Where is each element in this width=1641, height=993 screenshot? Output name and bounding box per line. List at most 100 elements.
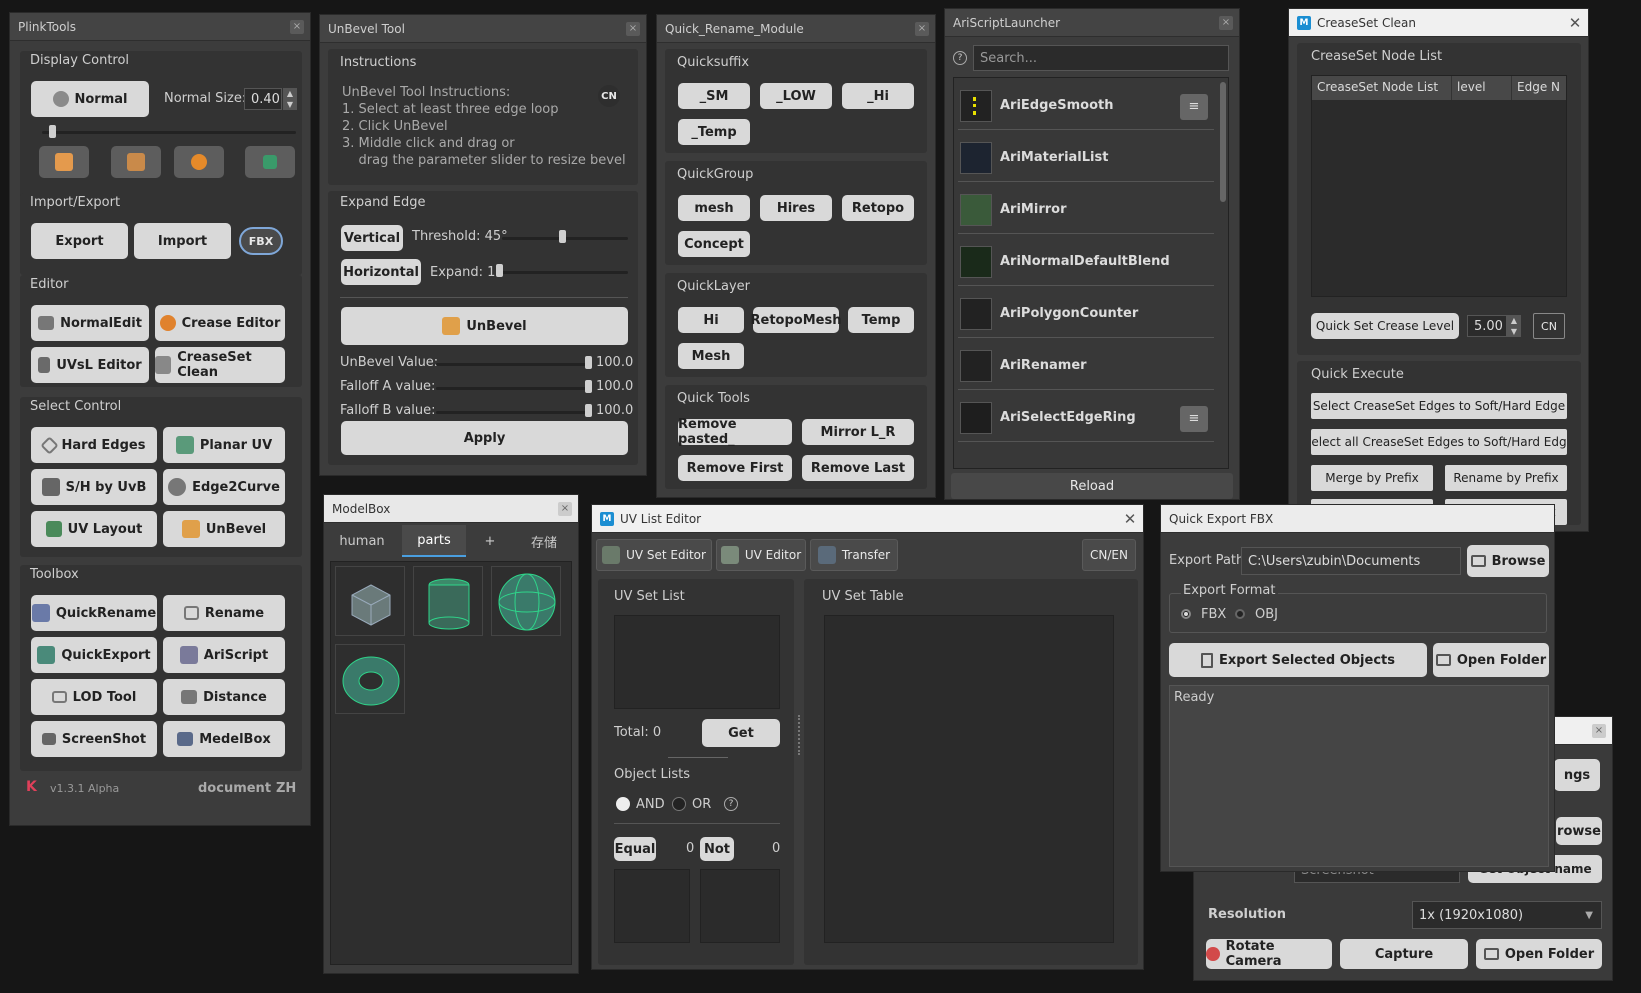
- cnen-toggle[interactable]: CN/EN: [1082, 539, 1136, 571]
- help-icon[interactable]: ?: [724, 797, 738, 811]
- tab-add[interactable]: +: [470, 525, 510, 557]
- lod-tool-button[interactable]: LOD Tool: [31, 679, 157, 715]
- resolution-select[interactable]: 1x (1920x1080) ▼: [1412, 901, 1602, 929]
- not-list[interactable]: [700, 869, 780, 943]
- group-concept-button[interactable]: Concept: [678, 231, 750, 257]
- close-icon[interactable]: ×: [915, 22, 929, 36]
- splitter-handle[interactable]: [798, 715, 800, 755]
- remove-first-button[interactable]: Remove First: [678, 455, 792, 481]
- normal-edit-button[interactable]: NormalEdit: [31, 305, 149, 341]
- list-item[interactable]: AriPolygonCounter: [958, 290, 1214, 338]
- normal-button[interactable]: Normal: [31, 81, 149, 117]
- vertical-button[interactable]: Vertical: [341, 225, 403, 251]
- normal-size-slider[interactable]: [42, 131, 296, 134]
- node-table[interactable]: CreaseSet Node List level Edge N: [1311, 75, 1567, 297]
- or-radio[interactable]: [672, 797, 686, 811]
- column-header[interactable]: level: [1452, 76, 1512, 100]
- lang-zh-link[interactable]: ZH: [276, 781, 296, 796]
- uv-set-table[interactable]: [824, 615, 1114, 943]
- falloff-a-slider[interactable]: [436, 387, 592, 390]
- unbevel-button[interactable]: UnBevel: [163, 511, 285, 547]
- close-icon[interactable]: ×: [558, 502, 572, 516]
- select-soft-hard-button[interactable]: Select CreaseSet Edges to Soft/Hard Edge: [1311, 393, 1567, 419]
- slider-handle[interactable]: [49, 125, 56, 138]
- import-button[interactable]: Import: [134, 223, 231, 259]
- group-retopo-button[interactable]: Retopo: [842, 195, 914, 221]
- expand-slider[interactable]: [496, 271, 628, 274]
- unbevel-action-button[interactable]: UnBevel: [341, 307, 628, 345]
- layer-hi-button[interactable]: Hi: [678, 307, 744, 333]
- display-mode-2-button[interactable]: [111, 146, 161, 178]
- equal-list[interactable]: [614, 869, 690, 943]
- suffix-temp-button[interactable]: _Temp: [678, 119, 750, 145]
- slider-handle[interactable]: [559, 230, 566, 243]
- layer-temp-button[interactable]: Temp: [848, 307, 914, 333]
- sphere-model-thumb[interactable]: [491, 566, 561, 636]
- spinner-icon[interactable]: ▲ ▼: [283, 88, 297, 110]
- settings-button[interactable]: ngs: [1554, 759, 1600, 791]
- scrollbar[interactable]: [1220, 82, 1226, 202]
- list-item[interactable]: AriRenamer: [958, 342, 1214, 390]
- unbevel-value-slider[interactable]: [436, 363, 592, 366]
- sh-by-uvb-button[interactable]: S/H by UvB: [31, 469, 157, 505]
- horizontal-button[interactable]: Horizontal: [341, 259, 421, 285]
- list-item[interactable]: AriNormalDefaultBlend: [958, 238, 1214, 286]
- rename-button[interactable]: Rename: [163, 595, 285, 631]
- menu-icon[interactable]: ≡: [1180, 94, 1208, 120]
- browse-button[interactable]: rowse: [1556, 817, 1602, 845]
- group-mesh-button[interactable]: mesh: [678, 195, 750, 221]
- torus-model-thumb[interactable]: [335, 644, 405, 714]
- get-button[interactable]: Get: [702, 719, 780, 747]
- display-mode-3-button[interactable]: [174, 146, 224, 178]
- fbx-radio[interactable]: [1181, 609, 1191, 619]
- remove-last-button[interactable]: Remove Last: [802, 455, 914, 481]
- tab-storage[interactable]: 存储: [514, 525, 574, 557]
- list-item[interactable]: AriMaterialList: [958, 134, 1214, 182]
- distance-button[interactable]: Distance: [163, 679, 285, 715]
- display-mode-1-button[interactable]: [39, 146, 89, 178]
- suffix-low-button[interactable]: _LOW: [760, 83, 832, 109]
- close-icon[interactable]: ✕: [1123, 512, 1137, 527]
- remove-pasted-button[interactable]: Remove pasted_: [678, 417, 792, 447]
- normal-size-field[interactable]: 0.40: [244, 88, 282, 110]
- rotate-camera-button[interactable]: Rotate Camera: [1206, 939, 1332, 969]
- slider-handle[interactable]: [585, 404, 592, 417]
- rename-by-prefix-button[interactable]: Rename by Prefix: [1445, 465, 1567, 491]
- hard-edges-button[interactable]: Hard Edges: [31, 427, 157, 463]
- list-item[interactable]: AriSelectEdgeRing ≡: [958, 394, 1214, 442]
- close-icon[interactable]: ×: [290, 20, 304, 34]
- reload-button[interactable]: Reload: [951, 473, 1233, 499]
- slider-handle[interactable]: [585, 380, 592, 393]
- close-icon[interactable]: ×: [1219, 16, 1233, 30]
- uv-editor-button[interactable]: UV Editor: [716, 539, 806, 571]
- layer-retopomesh-button[interactable]: RetopoMesh: [751, 307, 841, 333]
- planar-uv-button[interactable]: Planar UV: [163, 427, 285, 463]
- ariscript-button[interactable]: AriScript: [163, 637, 285, 673]
- uv-layout-button[interactable]: UV Layout: [31, 511, 157, 547]
- suffix-sm-button[interactable]: _SM: [678, 83, 750, 109]
- list-item[interactable]: AriMirror: [958, 186, 1214, 234]
- cube-model-thumb[interactable]: [335, 566, 405, 636]
- list-item[interactable]: AriEdgeSmooth ≡: [958, 82, 1214, 130]
- equal-button[interactable]: Equal: [614, 837, 656, 861]
- uvsl-editor-button[interactable]: UVsL Editor: [31, 347, 149, 383]
- column-header[interactable]: CreaseSet Node List: [1312, 76, 1452, 100]
- medelbox-button[interactable]: MedelBox: [163, 721, 285, 757]
- close-icon[interactable]: ×: [1592, 724, 1606, 738]
- export-selected-button[interactable]: Export Selected Objects: [1169, 643, 1427, 677]
- layer-mesh-button[interactable]: Mesh: [678, 343, 744, 369]
- tab-human[interactable]: human: [326, 525, 398, 557]
- fbx-toggle[interactable]: FBX: [239, 227, 283, 255]
- suffix-hi-button[interactable]: _Hi: [842, 83, 914, 109]
- export-path-input[interactable]: C:\Users\zubin\Documents: [1241, 547, 1461, 575]
- creaseset-clean-button[interactable]: CreaseSet Clean: [155, 347, 285, 383]
- browse-button[interactable]: Browse: [1467, 545, 1549, 577]
- merge-by-prefix-button[interactable]: Merge by Prefix: [1311, 465, 1433, 491]
- quickrename-button[interactable]: QuickRename: [31, 595, 157, 631]
- edge2curve-button[interactable]: Edge2Curve: [163, 469, 285, 505]
- and-radio[interactable]: [616, 797, 630, 811]
- slider-handle[interactable]: [585, 356, 592, 369]
- document-link[interactable]: document: [198, 781, 271, 796]
- open-folder-button[interactable]: Open Folder: [1433, 643, 1549, 677]
- search-input[interactable]: Search...: [973, 45, 1229, 71]
